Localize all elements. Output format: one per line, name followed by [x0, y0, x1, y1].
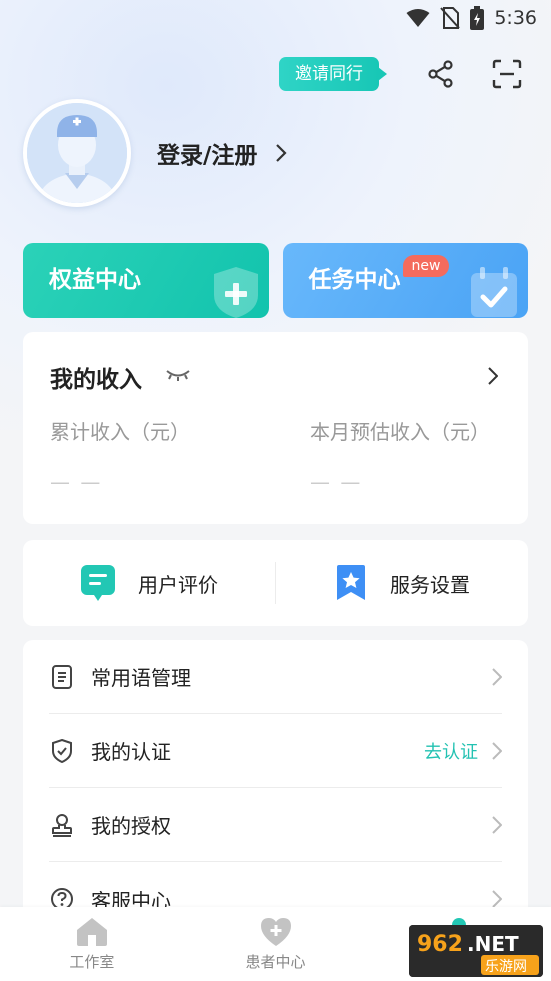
tab-label: 工作室: [69, 953, 115, 971]
chevron-right-icon: [276, 144, 287, 162]
total-income-label: 累计收入（元）: [50, 420, 190, 444]
go-certify-link[interactable]: 去认证: [424, 738, 478, 764]
login-register-link[interactable]: 登录/注册: [157, 136, 257, 170]
menu-item-label: 我的认证: [91, 740, 171, 764]
calendar-check-icon: [471, 267, 517, 317]
eye-closed-icon[interactable]: [166, 368, 190, 382]
shield-icon: [49, 738, 75, 763]
total-income-value: — —: [50, 470, 103, 494]
task-center-label: 任务中心: [308, 267, 401, 293]
svg-text:962: 962: [417, 932, 463, 957]
chevron-right-icon: [488, 367, 498, 385]
month-income-value: — —: [310, 470, 363, 494]
battery-icon: [470, 6, 485, 30]
income-card[interactable]: 我的收入 累计收入（元） — — 本月预估收入（元） — —: [23, 332, 528, 524]
site-watermark-logo: 962 .NET 乐游网: [409, 925, 543, 977]
income-title: 我的收入: [50, 367, 142, 393]
profile-section[interactable]: 登录/注册: [23, 99, 287, 207]
share-button[interactable]: [419, 52, 463, 96]
benefits-center-label: 权益中心: [49, 267, 141, 293]
tab-label: 患者中心: [245, 953, 306, 971]
home-icon: [76, 918, 107, 946]
tab-studio[interactable]: 工作室: [0, 907, 184, 981]
doctor-avatar-icon: [27, 103, 127, 203]
user-reviews-label: 用户评价: [138, 572, 218, 597]
benefits-center-card[interactable]: 权益中心: [23, 243, 269, 318]
menu-item-authorization[interactable]: 我的授权: [49, 788, 502, 862]
tab-patient-center[interactable]: 患者中心: [184, 907, 368, 981]
svg-text:乐游网: 乐游网: [485, 959, 527, 975]
user-reviews-button[interactable]: 用户评价: [23, 564, 275, 602]
scan-button[interactable]: [485, 52, 529, 96]
task-center-card[interactable]: 任务中心 new: [282, 243, 528, 318]
message-icon: [81, 565, 115, 601]
no-sim-icon: [440, 7, 461, 29]
settings-menu: 常用语管理 我的认证 去认证 我的授权 客服中心: [23, 640, 528, 940]
menu-item-phrases[interactable]: 常用语管理: [49, 640, 502, 714]
quick-actions: 用户评价 服务设置: [23, 540, 528, 626]
feature-cards: 权益中心 任务中心 new: [23, 243, 528, 318]
chevron-right-icon: [492, 741, 502, 760]
menu-item-label: 常用语管理: [91, 666, 191, 690]
avatar[interactable]: [23, 99, 131, 207]
share-icon: [428, 60, 453, 88]
stamp-icon: [49, 813, 75, 837]
chevron-right-icon: [492, 815, 502, 834]
service-settings-label: 服务设置: [390, 572, 470, 597]
wifi-icon: [406, 9, 430, 27]
new-badge: new: [402, 255, 450, 277]
svg-text:.NET: .NET: [467, 932, 519, 956]
menu-item-certification[interactable]: 我的认证 去认证: [49, 714, 502, 788]
star-bookmark-icon: [337, 565, 365, 600]
menu-item-label: 我的授权: [91, 814, 171, 838]
chevron-right-icon: [492, 667, 502, 686]
scan-icon: [492, 59, 522, 89]
status-time: 5:36: [494, 7, 537, 29]
document-icon: [49, 664, 75, 689]
status-bar: 5:36: [0, 0, 551, 36]
chevron-right-icon: [492, 890, 502, 908]
month-income-label: 本月预估收入（元）: [310, 420, 490, 444]
invite-colleague-button[interactable]: 邀请同行: [279, 57, 387, 91]
heart-plus-icon: [260, 918, 291, 946]
shield-plus-icon: [213, 267, 258, 318]
service-settings-button[interactable]: 服务设置: [276, 564, 528, 602]
top-actions: 邀请同行: [279, 52, 529, 96]
